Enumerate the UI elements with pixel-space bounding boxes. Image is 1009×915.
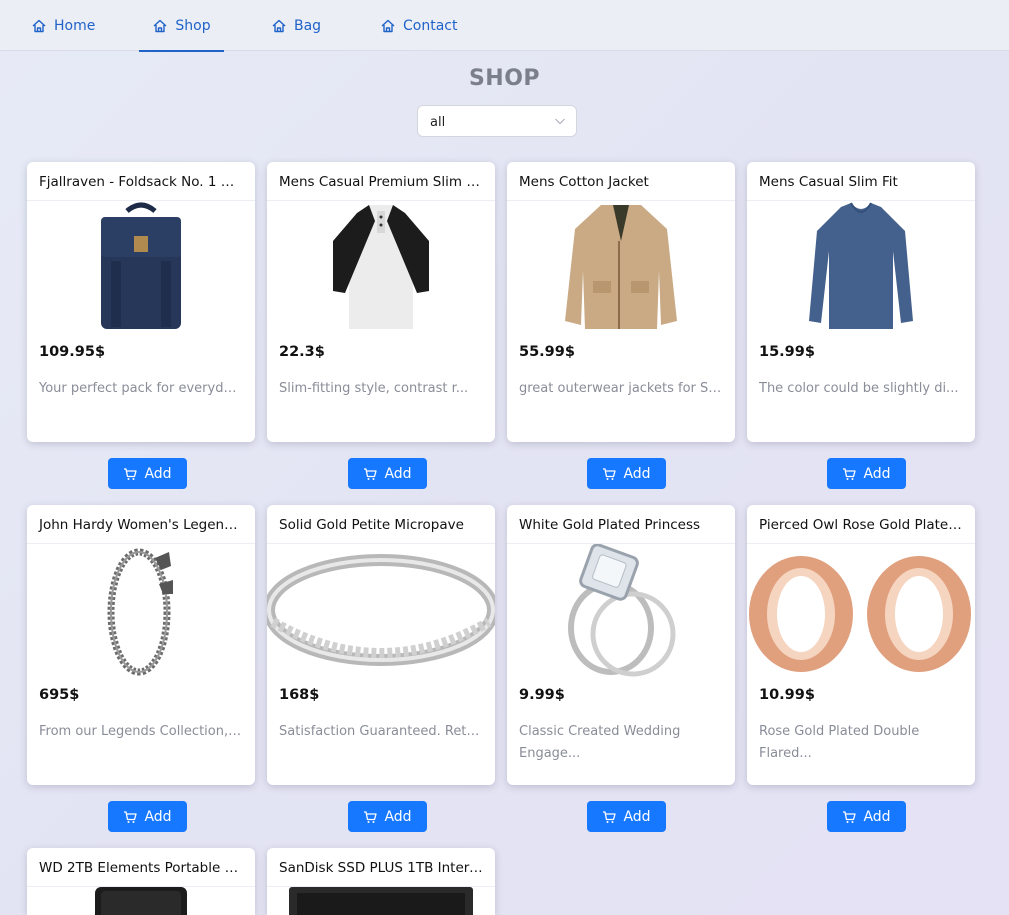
product-description: Classic Created Wedding Engage... [519,724,681,761]
home-icon [153,19,167,32]
nav-bag-label: Bag [294,17,322,34]
add-to-bag-button[interactable]: Add [108,801,187,832]
add-button-label: Add [144,808,172,825]
add-button-label: Add [863,465,891,482]
backpack-image [27,201,255,334]
add-button-label: Add [144,465,172,482]
micropave-ring-image [267,544,495,677]
product-description: Your perfect pack for everyday... [39,381,250,396]
product-card[interactable]: White Gold Plated Princess 9.99$ Classic… [507,505,735,785]
cart-icon [603,467,617,480]
product-price: 22.3$ [279,344,325,360]
product-price: 695$ [39,687,80,703]
category-select[interactable]: all [417,105,577,137]
add-to-bag-button[interactable]: Add [348,801,427,832]
home-icon [381,19,395,32]
cart-icon [843,810,857,823]
product-description: Satisfaction Guaranteed. Retur... [279,724,492,739]
top-nav: Home Shop Bag Contact [0,0,1009,52]
princess-ring-image [507,544,735,677]
cart-icon [124,467,138,480]
product-price: 10.99$ [759,687,815,703]
product-title: White Gold Plated Princess [507,505,735,544]
product-title: Fjallraven - Foldsack No. 1 Bac... [27,162,255,201]
add-button-label: Add [384,465,412,482]
home-icon [32,19,46,32]
cart-icon [843,467,857,480]
product-title: Mens Casual Premium Slim Fi... [267,162,495,201]
dragon-bracelet-image [27,544,255,677]
product-card[interactable]: WD 2TB Elements Portable Ex... [27,848,255,915]
nav-shop-label: Shop [175,17,211,34]
cart-icon [603,810,617,823]
product-price: 9.99$ [519,687,565,703]
product-card[interactable]: Mens Cotton Jacket 55.99$ great outerwea… [507,162,735,442]
add-to-bag-button[interactable]: Add [827,801,906,832]
product-title: Mens Cotton Jacket [507,162,735,201]
product-card[interactable]: John Hardy Women's Legends... 695$ From … [27,505,255,785]
product-description: great outerwear jackets for Sp... [519,381,729,396]
product-card[interactable]: Mens Casual Slim Fit 15.99$ The color co… [747,162,975,442]
product-price: 55.99$ [519,344,575,360]
product-description: Rose Gold Plated Double Flared... [759,724,920,761]
product-title: Solid Gold Petite Micropave [267,505,495,544]
add-to-bag-button[interactable]: Add [587,801,666,832]
product-title: Pierced Owl Rose Gold Plated... [747,505,975,544]
chevron-down-icon [555,118,565,125]
product-card[interactable]: Fjallraven - Foldsack No. 1 Bac... 109.9… [27,162,255,442]
home-icon [272,19,286,32]
product-card[interactable]: Pierced Owl Rose Gold Plated... 10.99$ R… [747,505,975,785]
cotton-jacket-image [507,201,735,334]
nav-home-label: Home [54,17,96,34]
add-to-bag-button[interactable]: Add [587,458,666,489]
add-to-bag-button[interactable]: Add [348,458,427,489]
add-to-bag-button[interactable]: Add [108,458,187,489]
product-price: 109.95$ [39,344,106,360]
product-title: WD 2TB Elements Portable Ex... [27,848,255,887]
add-button-label: Add [384,808,412,825]
product-title: SanDisk SSD PLUS 1TB Intern... [267,848,495,887]
add-to-bag-button[interactable]: Add [827,458,906,489]
product-card[interactable]: SanDisk SSD PLUS 1TB Intern... [267,848,495,915]
cart-icon [364,810,378,823]
nav-shop[interactable]: Shop [139,0,224,52]
cart-icon [124,810,138,823]
category-select-value: all [430,115,446,130]
product-description: The color could be slightly di... [759,381,959,396]
product-description: From our Legends Collection, t... [39,724,250,739]
add-button-label: Add [623,808,651,825]
nav-home[interactable]: Home [31,0,95,51]
product-description: Slim-fitting style, contrast r... [279,381,469,396]
add-button-label: Add [863,808,891,825]
long-sleeve-tee-image [747,201,975,334]
page-title: SHOP [468,66,541,91]
rose-gold-tunnels-image [747,544,975,677]
product-price: 168$ [279,687,320,703]
product-card[interactable]: Solid Gold Petite Micropave 168$ Satisfa… [267,505,495,785]
nav-bag[interactable]: Bag [271,0,321,51]
ssd-image [267,887,495,915]
cart-icon [364,467,378,480]
raglan-shirt-image [267,201,495,334]
product-price: 15.99$ [759,344,815,360]
nav-contact[interactable]: Contact [380,0,457,51]
hard-drive-image [27,887,255,915]
product-card[interactable]: Mens Casual Premium Slim Fi... 22.3$ Sli… [267,162,495,442]
product-title: John Hardy Women's Legends... [27,505,255,544]
nav-contact-label: Contact [403,17,458,34]
product-title: Mens Casual Slim Fit [747,162,975,201]
add-button-label: Add [623,465,651,482]
